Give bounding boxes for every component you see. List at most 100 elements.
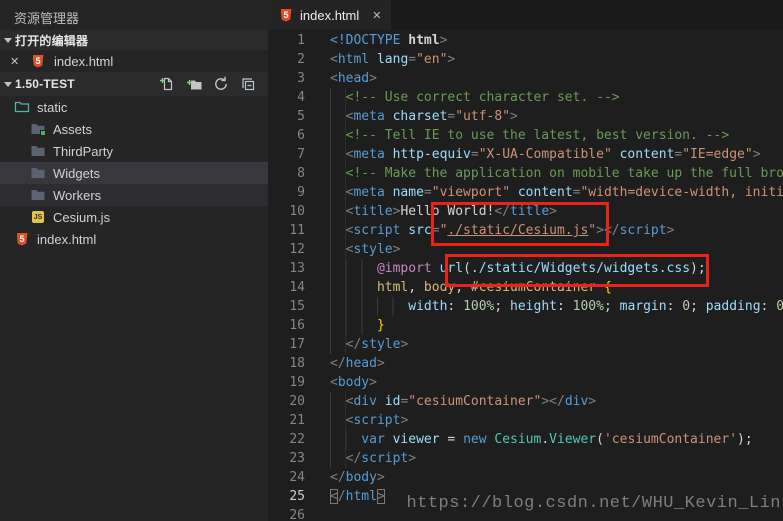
open-editors-label: 打开的编辑器 (15, 32, 88, 49)
tree-item-assets[interactable]: Assets (0, 118, 268, 140)
code-line-15[interactable]: 15width: 100%; height: 100%; margin: 0; … (268, 297, 783, 316)
code-line-text: @import url(./static/Widgets/widgets.css… (330, 259, 706, 278)
file-tree: static Assets ThirdParty Widgets Workers… (0, 96, 268, 250)
tree-item-label: static (37, 100, 67, 115)
html-file-icon: 5 (30, 53, 46, 69)
line-number: 3 (268, 69, 305, 88)
line-number: 13 (268, 259, 305, 278)
code-line-text: } (330, 316, 385, 335)
code-line-text: </body> (330, 468, 385, 487)
code-line-text: <!-- Make the application on mobile take… (330, 164, 783, 183)
line-number: 26 (268, 506, 305, 521)
folder-icon (30, 187, 46, 203)
tree-item-widgets[interactable]: Widgets (0, 162, 268, 184)
line-number: 14 (268, 278, 305, 297)
code-line-12[interactable]: 12<style> (268, 240, 783, 259)
indent-guides (330, 126, 346, 145)
js-file-icon: JS (30, 209, 46, 225)
code-line-text: <div id="cesiumContainer"></div> (330, 392, 596, 411)
tree-item-label: Widgets (53, 166, 100, 181)
code-line-text: <!-- Use correct character set. --> (330, 88, 620, 107)
indent-guides (330, 259, 377, 278)
code-line-text: </style> (330, 335, 408, 354)
indent-guides (330, 297, 408, 316)
code-line-8[interactable]: 8 <!-- Make the application on mobile tak… (268, 164, 783, 183)
code-line-text: </script> (330, 449, 416, 468)
indent-guides (330, 430, 361, 449)
indent-guides (330, 183, 346, 202)
chevron-down-icon (4, 38, 12, 47)
line-number: 21 (268, 411, 305, 430)
open-editor-item[interactable]: ✕ 5 index.html (0, 50, 268, 72)
indent-guides (330, 107, 346, 126)
tree-item-index-html[interactable]: 5index.html (0, 228, 268, 250)
code-line-19[interactable]: 19<body> (268, 373, 783, 392)
code-line-22[interactable]: 22 var viewer = new Cesium.Viewer('cesium… (268, 430, 783, 449)
tree-item-workers[interactable]: Workers (0, 184, 268, 206)
indent-guides (330, 449, 346, 468)
open-editors-header[interactable]: 打开的编辑器 (0, 30, 268, 50)
code-line-2[interactable]: 2<html lang="en"> (268, 50, 783, 69)
line-number: 4 (268, 88, 305, 107)
indent-guides (330, 335, 346, 354)
code-line-18[interactable]: 18 </head> (268, 354, 783, 373)
code-line-1[interactable]: 1<!DOCTYPE html> (268, 31, 783, 50)
project-label: 1.50-TEST (15, 77, 75, 91)
chevron-down-icon (4, 82, 12, 91)
code-line-text: <body> (330, 373, 377, 392)
code-line-10[interactable]: 10<title>Hello World!</title> (268, 202, 783, 221)
explorer-title: 资源管理器 (0, 0, 268, 30)
folder-open-icon (14, 99, 30, 115)
project-section-header[interactable]: 1.50-TEST (0, 72, 268, 96)
line-number: 6 (268, 126, 305, 145)
code-line-3[interactable]: 3<head> (268, 69, 783, 88)
line-number: 8 (268, 164, 305, 183)
line-number: 16 (268, 316, 305, 335)
code-line-24[interactable]: 24 </body> (268, 468, 783, 487)
code-line-21[interactable]: 21<script> (268, 411, 783, 430)
code-line-text: width: 100%; height: 100%; margin: 0; pa… (330, 297, 783, 316)
tab-index-html[interactable]: 5 index.html ✕ (268, 0, 391, 30)
code-editor[interactable]: 1<!DOCTYPE html>2<html lang="en">3<head>… (268, 31, 783, 521)
code-line-text: var viewer = new Cesium.Viewer('cesiumCo… (330, 430, 753, 449)
close-icon[interactable]: ✕ (10, 55, 22, 68)
code-line-6[interactable]: 6 <!-- Tell IE to use the latest, best ve… (268, 126, 783, 145)
vscode-window: 资源管理器 打开的编辑器 ✕ 5 index.html 1.50-TEST (0, 0, 783, 521)
indent-guides (330, 411, 346, 430)
code-line-4[interactable]: 4 <!-- Use correct character set. --> (268, 88, 783, 107)
tree-item-thirdparty[interactable]: ThirdParty (0, 140, 268, 162)
tab-title: index.html (300, 8, 359, 23)
code-line-text: <meta name="viewport" content="width=dev… (330, 183, 783, 202)
code-line-text: <html lang="en"> (330, 50, 455, 69)
collapse-all-button[interactable] (240, 76, 256, 92)
line-number: 18 (268, 354, 305, 373)
code-line-text: </head> (330, 354, 385, 373)
line-number: 23 (268, 449, 305, 468)
line-number: 12 (268, 240, 305, 259)
new-file-button[interactable] (159, 76, 175, 92)
code-line-5[interactable]: 5<meta charset="utf-8"> (268, 107, 783, 126)
line-number: 22 (268, 430, 305, 449)
code-line-text: </html> (330, 487, 385, 506)
code-line-16[interactable]: 16} (268, 316, 783, 335)
code-line-17[interactable]: 17</style> (268, 335, 783, 354)
indent-guides (330, 316, 377, 335)
new-folder-button[interactable] (186, 76, 202, 92)
refresh-button[interactable] (213, 76, 229, 92)
code-line-23[interactable]: 23 </script> (268, 449, 783, 468)
tree-item-static[interactable]: static (0, 96, 268, 118)
code-line-9[interactable]: 9<meta name="viewport" content="width=de… (268, 183, 783, 202)
line-number: 24 (268, 468, 305, 487)
tree-item-cesium-js[interactable]: JS Cesium.js (0, 206, 268, 228)
code-line-14[interactable]: 14html, body, #cesiumContainer { (268, 278, 783, 297)
code-line-20[interactable]: 20<div id="cesiumContainer"></div> (268, 392, 783, 411)
tab-close-icon[interactable]: ✕ (372, 9, 381, 22)
code-line-13[interactable]: 13 @import url(./static/Widgets/widgets.c… (268, 259, 783, 278)
code-line-11[interactable]: 11<script src="./static/Cesium.js"></scr… (268, 221, 783, 240)
code-line-text: <!-- Tell IE to use the latest, best ver… (330, 126, 729, 145)
indent-guides (330, 392, 346, 411)
code-line-text: <meta http-equiv="X-UA-Compatible" conte… (330, 145, 761, 164)
tree-item-label: Cesium.js (53, 210, 110, 225)
indent-guides (330, 164, 346, 183)
code-line-7[interactable]: 7<meta http-equiv="X-UA-Compatible" cont… (268, 145, 783, 164)
